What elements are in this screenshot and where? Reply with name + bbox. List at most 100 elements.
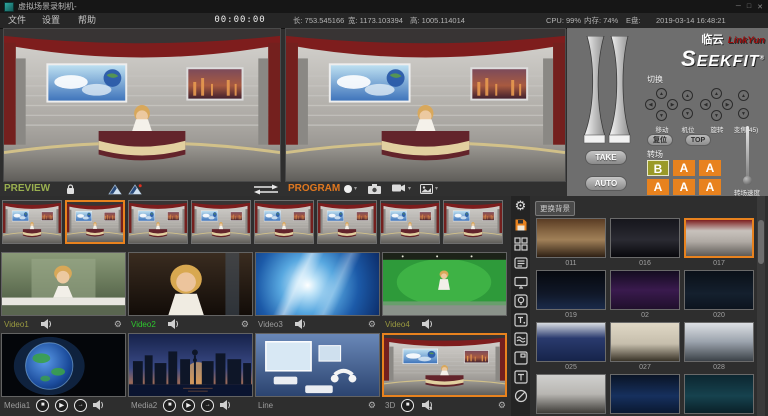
gallery-item-selected[interactable]: 017: [684, 218, 754, 269]
move-left-button[interactable]: ◀: [645, 99, 656, 110]
wipe-effect-add-icon[interactable]: [128, 184, 142, 195]
image-caret-icon[interactable]: ▾: [435, 182, 438, 196]
gallery-item[interactable]: 016: [610, 218, 680, 269]
scene-thumbnail[interactable]: [536, 374, 606, 414]
video2-gear-icon[interactable]: ⚙: [241, 317, 249, 331]
gallery-item[interactable]: 02: [610, 270, 680, 321]
gallery-scrollbar-thumb[interactable]: [758, 220, 764, 264]
scene-thumbnail[interactable]: [536, 322, 606, 362]
gallery-item[interactable]: [536, 374, 606, 414]
threed-stop-button[interactable]: ■: [401, 399, 414, 412]
scene-thumbnail[interactable]: [684, 218, 754, 258]
image-icon[interactable]: [420, 184, 433, 194]
scene-thumbnail[interactable]: [536, 218, 606, 258]
record-icon[interactable]: [344, 185, 352, 193]
scene-thumbnail[interactable]: [684, 374, 754, 414]
camera-angle-thumb-6[interactable]: [317, 200, 377, 244]
video4-speaker-icon[interactable]: [422, 319, 432, 329]
gallery-scrollbar[interactable]: [757, 196, 765, 416]
video4-source[interactable]: [382, 252, 507, 316]
close-button[interactable]: ✕: [757, 3, 763, 11]
disable-icon[interactable]: [511, 386, 530, 405]
save-icon[interactable]: [511, 215, 530, 234]
threed-source[interactable]: [382, 333, 507, 397]
gallery-item[interactable]: [610, 374, 680, 414]
threed-speaker-muted-icon[interactable]: [422, 400, 432, 410]
auto-button[interactable]: AUTO: [585, 176, 627, 191]
rotate-up-button[interactable]: ▲: [711, 88, 722, 99]
transition-speed-slider[interactable]: [746, 126, 749, 182]
video1-source[interactable]: [1, 252, 126, 316]
gallery-item[interactable]: 019: [536, 270, 606, 321]
video3-source[interactable]: [255, 252, 380, 316]
zoom-out-button[interactable]: ▼: [738, 108, 749, 119]
transition-a3-button[interactable]: A: [647, 179, 669, 195]
camera-angle-thumb-3[interactable]: [128, 200, 188, 244]
position-down-button[interactable]: ▼: [682, 108, 693, 119]
lock-icon[interactable]: [66, 184, 75, 195]
layers-icon[interactable]: [511, 329, 530, 348]
monitor-icon[interactable]: [511, 272, 530, 291]
rotate-right-button[interactable]: ▶: [722, 99, 733, 110]
move-down-button[interactable]: ▼: [656, 110, 667, 121]
media1-source[interactable]: [1, 333, 126, 397]
menu-file[interactable]: 文件: [8, 13, 26, 28]
menu-settings[interactable]: 设置: [42, 13, 60, 28]
media2-speaker-icon[interactable]: [220, 400, 230, 410]
media2-source[interactable]: [128, 333, 253, 397]
playlist-icon[interactable]: [511, 253, 530, 272]
scene-thumbnail[interactable]: [610, 322, 680, 362]
scene-thumbnail[interactable]: [684, 270, 754, 310]
gallery-item[interactable]: 020: [684, 270, 754, 321]
layout-windows-icon[interactable]: [511, 234, 530, 253]
subtitle-text-icon[interactable]: [511, 310, 530, 329]
media2-play-button[interactable]: ▶: [182, 399, 195, 412]
scene-thumbnail[interactable]: [610, 218, 680, 258]
media1-stop-button[interactable]: ■: [36, 399, 49, 412]
settings-gear-icon[interactable]: ⚙: [511, 196, 530, 215]
scene-thumbnail[interactable]: [536, 270, 606, 310]
swap-icon[interactable]: [252, 184, 280, 195]
camera-angle-thumb-7[interactable]: [380, 200, 440, 244]
scene-thumbnail[interactable]: [610, 374, 680, 414]
camera-angle-thumb-8[interactable]: [443, 200, 503, 244]
video2-source[interactable]: [128, 252, 253, 316]
media1-forward-button[interactable]: →: [74, 399, 87, 412]
minimize-button[interactable]: ─: [736, 3, 741, 11]
camera-angle-thumb-5[interactable]: [254, 200, 314, 244]
rotate-down-button[interactable]: ▼: [711, 110, 722, 121]
rotate-left-button[interactable]: ◀: [700, 99, 711, 110]
snapshot-camera-icon[interactable]: [368, 184, 381, 194]
top-button[interactable]: TOP: [685, 134, 711, 146]
camcorder-icon[interactable]: [392, 184, 406, 192]
take-button[interactable]: TAKE: [585, 150, 627, 165]
transition-a4-button[interactable]: A: [673, 179, 695, 195]
transition-a2-button[interactable]: A: [699, 160, 721, 176]
record-caret-icon[interactable]: ▾: [354, 182, 357, 196]
move-up-button[interactable]: ▲: [656, 88, 667, 99]
line-gear-icon[interactable]: ⚙: [368, 398, 376, 412]
video1-gear-icon[interactable]: ⚙: [114, 317, 122, 331]
gallery-item[interactable]: 028: [684, 322, 754, 373]
reset-button[interactable]: 复位: [647, 134, 673, 146]
transition-a1-button[interactable]: A: [673, 160, 695, 176]
video2-speaker-icon[interactable]: [168, 319, 178, 329]
gallery-item[interactable]: [684, 374, 754, 414]
gallery-item[interactable]: 025: [536, 322, 606, 373]
light-icon[interactable]: [511, 291, 530, 310]
media1-speaker-icon[interactable]: [93, 400, 103, 410]
change-background-button[interactable]: 更换背景: [535, 201, 575, 216]
move-right-button[interactable]: ▶: [667, 99, 678, 110]
zoom-in-button[interactable]: ▲: [738, 90, 749, 101]
scene-thumbnail[interactable]: [684, 322, 754, 362]
camera-angle-thumb-4[interactable]: [191, 200, 251, 244]
media1-play-button[interactable]: ▶: [55, 399, 68, 412]
transition-speed-knob[interactable]: [743, 176, 752, 185]
video3-speaker-icon[interactable]: [295, 319, 305, 329]
media2-forward-button[interactable]: →: [201, 399, 214, 412]
scene-thumbnail[interactable]: [610, 270, 680, 310]
video1-speaker-icon[interactable]: [41, 319, 51, 329]
text-tool-icon[interactable]: [511, 367, 530, 386]
menu-help[interactable]: 帮助: [78, 13, 96, 28]
camera-angle-thumb-2[interactable]: [65, 200, 125, 244]
